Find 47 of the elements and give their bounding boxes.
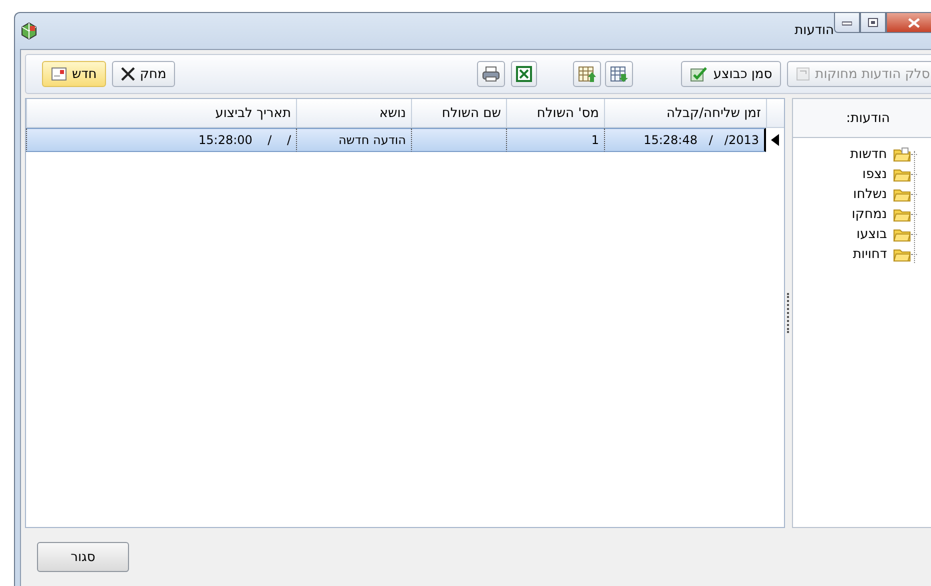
checkbox-icon <box>796 67 810 81</box>
close-button[interactable] <box>886 13 931 33</box>
spreadsheet-icon <box>516 66 532 82</box>
maximize-button[interactable] <box>860 13 886 33</box>
close-icon <box>908 18 920 28</box>
sidebar-title: הודעות: <box>845 110 891 128</box>
folder-icon <box>893 186 911 202</box>
column-header[interactable]: שם השולח <box>411 99 506 127</box>
table-arrow-icon <box>578 66 596 82</box>
toolbar-button[interactable] <box>605 61 634 87</box>
close-dialog-button[interactable]: סגור <box>37 542 129 572</box>
table-cell: 15:28:00 / / <box>26 128 296 152</box>
new-button[interactable]: חדש <box>42 61 106 87</box>
table-cell: 1 <box>506 128 604 152</box>
folder-icon <box>893 206 911 222</box>
column-header[interactable]: תאריך לביצוע <box>26 99 296 127</box>
tree-item[interactable]: נצפו <box>862 166 887 182</box>
tree-item[interactable]: דחויות <box>852 246 887 262</box>
minimize-button[interactable] <box>834 13 860 33</box>
column-header[interactable]: זמן שליחה/קבלה <box>604 99 766 127</box>
document-icon <box>51 67 67 81</box>
folder-icon <box>893 166 911 182</box>
app-icon <box>19 21 39 41</box>
checkmark-icon <box>690 66 708 82</box>
maximize-icon <box>868 18 878 27</box>
tree-item[interactable]: חדשות <box>850 146 887 162</box>
column-header[interactable]: מס' השולח <box>506 99 604 127</box>
mark-done-button[interactable]: סמן כבוצע <box>681 61 782 87</box>
export-button[interactable] <box>511 61 538 87</box>
tree-item[interactable]: בוצעו <box>856 226 887 242</box>
table-cell: 15:28:48 / /2013 <box>604 128 766 152</box>
table-cell: הודעה חדשה <box>296 128 411 152</box>
folder-icon <box>893 146 911 162</box>
minimize-icon <box>842 20 852 26</box>
row-pointer-icon <box>771 134 779 146</box>
folder-icon <box>893 246 911 262</box>
window-title: הודעות <box>794 23 834 38</box>
toolbar-button[interactable] <box>573 61 602 87</box>
print-button[interactable] <box>477 61 506 87</box>
folder-icon <box>893 226 911 242</box>
printer-icon <box>482 66 500 82</box>
tree-item[interactable]: נמחקו <box>852 206 887 222</box>
column-header[interactable]: נושא <box>296 99 411 127</box>
x-icon <box>120 67 135 81</box>
tree-item[interactable]: נשלחו <box>853 186 887 202</box>
delete-button[interactable]: מחק <box>112 61 176 87</box>
table-arrow-icon <box>610 66 628 82</box>
